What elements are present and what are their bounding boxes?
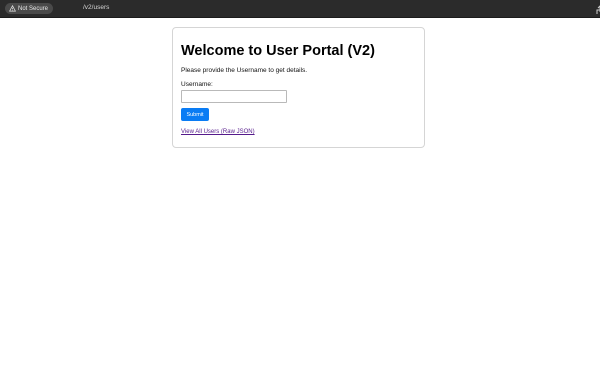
address-bar-url[interactable]: /v2/users [83,4,109,11]
user-portal-card: Welcome to User Portal (V2) Please provi… [172,27,425,148]
view-all-users-link[interactable]: View All Users (Raw JSON) [181,129,255,135]
username-label: Username: [181,81,213,88]
username-input[interactable] [181,90,287,103]
security-label: Not Secure [18,5,49,12]
share-icon[interactable] [596,3,600,14]
submit-button[interactable]: Submit [181,108,209,121]
security-indicator[interactable]: Not Secure [5,3,54,14]
warning-icon [9,5,16,12]
instructions-text: Please provide the Username to get detai… [181,67,308,74]
browser-toolbar: Not Secure /v2/users [0,0,600,18]
page-title: Welcome to User Portal (V2) [181,43,375,59]
